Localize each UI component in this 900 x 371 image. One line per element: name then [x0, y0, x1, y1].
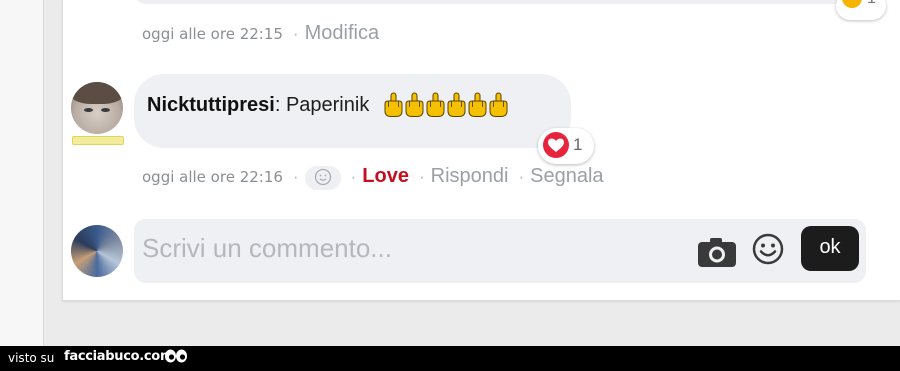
avatar-eye: [101, 108, 110, 112]
seen-on-label: visto su: [8, 351, 55, 365]
heart-reaction-circle: [543, 132, 569, 158]
love-reaction-badge[interactable]: 1: [538, 128, 594, 164]
separator: ·: [292, 167, 299, 186]
report-link[interactable]: Segnala: [530, 165, 603, 187]
smiley-icon: [314, 168, 331, 185]
comment-text: Paperinik: [285, 93, 370, 116]
footer-bar: visto su facciabuco.com: [0, 346, 900, 371]
middle-finger-emoji-icon: [384, 92, 403, 117]
comment-input[interactable]: Scrivi un commento...: [142, 233, 392, 264]
love-link[interactable]: Love: [362, 165, 409, 187]
comment-meta: oggi alle ore 22:16 · · Love · Rispondi · Segna…: [142, 165, 604, 190]
avatar-eye: [84, 108, 93, 112]
camera-button[interactable]: [696, 233, 738, 269]
middle-finger-emoji-icon: [405, 92, 424, 117]
comment-timestamp: oggi alle ore 22:16: [142, 168, 283, 186]
middle-finger-emoji-icon: [489, 92, 508, 117]
comment-composer: Scrivi un commento... ok: [134, 219, 866, 283]
reply-link[interactable]: Rispondi: [431, 165, 509, 187]
separator: ·: [292, 24, 299, 43]
love-reaction-count: 1: [573, 135, 583, 154]
separator: ·: [418, 167, 425, 186]
camera-icon: [698, 238, 736, 267]
previous-comment-timestamp: oggi alle ore 22:15: [142, 25, 283, 43]
current-user-avatar[interactable]: [71, 225, 123, 277]
comment-bubble: Nicktuttipresi: Paperinik: [134, 74, 571, 148]
middle-finger-emoji-icon: [447, 92, 466, 117]
emoji-button[interactable]: [751, 232, 785, 266]
heart-icon: [548, 138, 564, 152]
brand-name[interactable]: facciabuco.com: [64, 349, 174, 364]
eyes-logo-icon: [165, 349, 187, 363]
left-sidebar-edge: [0, 0, 44, 346]
previous-reaction-badge[interactable]: 1: [836, 0, 886, 20]
middle-finger-emoji-icon: [468, 92, 487, 117]
add-reaction-button[interactable]: [304, 165, 341, 190]
middle-finger-emoji-icon: [426, 92, 445, 117]
separator: ·: [350, 167, 357, 186]
avatar[interactable]: [71, 82, 123, 134]
user-level-bar: [72, 136, 124, 145]
submit-comment-button[interactable]: ok: [801, 226, 859, 271]
comment-line: Nicktuttipresi: Paperinik: [147, 92, 509, 119]
emoji-row: [383, 92, 509, 119]
wow-emoji-icon: [842, 0, 862, 8]
separator: ·: [518, 167, 525, 186]
previous-comment-meta: oggi alle ore 22:15 · Modifica: [142, 22, 379, 45]
avatar-hair: [71, 82, 123, 104]
comment-author[interactable]: Nicktuttipresi: [147, 94, 275, 116]
smiley-icon: [752, 233, 784, 265]
edit-link[interactable]: Modifica: [305, 22, 379, 44]
previous-reaction-count: 1: [867, 0, 876, 8]
previous-comment-bubble: [134, 0, 864, 4]
author-colon: :: [274, 93, 281, 116]
